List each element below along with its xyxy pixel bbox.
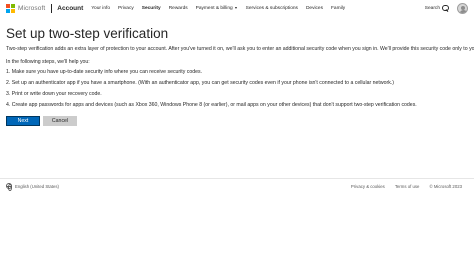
nav-label: Payment & billing: [195, 5, 233, 11]
nav-label: Your info: [91, 5, 111, 11]
locale-selector[interactable]: English (United States): [6, 183, 59, 191]
nav-label: Privacy: [118, 5, 134, 11]
header-tools: Search: [425, 0, 468, 16]
search-label[interactable]: Search: [425, 6, 440, 11]
account-avatar[interactable]: [457, 2, 468, 14]
logo-red-square: [6, 3, 10, 8]
brand-name: Microsoft: [18, 4, 46, 12]
main-content: Set up two-step verification Two-step ve…: [6, 26, 474, 126]
logo-blue-square: [6, 8, 10, 13]
nav-label: Security: [141, 5, 161, 11]
nav-devices[interactable]: Devices: [306, 6, 323, 11]
globe-icon: [6, 183, 12, 191]
cancel-button[interactable]: Cancel: [43, 116, 77, 126]
logo-yellow-square: [11, 8, 15, 13]
microsoft-logo-icon: [6, 3, 15, 13]
nav-security[interactable]: Security: [142, 6, 161, 11]
header-divider: [51, 3, 53, 13]
product-name-link[interactable]: Account: [57, 5, 83, 12]
step-item: 1. Make sure you have up-to-date securit…: [6, 69, 203, 75]
steps-list: 1. Make sure you have up-to-date securit…: [6, 69, 468, 109]
nav-services-subscriptions[interactable]: Services & subscriptions: [246, 6, 298, 11]
steps-heading: In the following steps, we'll help you:: [6, 59, 90, 65]
terms-of-use-link[interactable]: Terms of use: [395, 184, 420, 189]
nav-label: Family: [331, 5, 346, 11]
step-item: 2. Set up an authenticator app if you ha…: [6, 80, 394, 86]
page-footer: English (United States) Privacy & cookie…: [0, 178, 474, 193]
intro-text: Two-step verification adds an extra laye…: [6, 46, 474, 52]
step-item: 3. Print or write down your recovery cod…: [6, 91, 102, 97]
search-icon[interactable]: [442, 4, 449, 12]
logo-green-square: [11, 3, 15, 8]
nav-label: Rewards: [168, 5, 188, 11]
nav-label: Devices: [305, 5, 323, 11]
nav-label: Services & subscriptions: [245, 5, 298, 11]
chevron-down-icon: ▼: [234, 6, 238, 10]
next-button[interactable]: Next: [6, 116, 40, 126]
copyright-text: © Microsoft 2023: [429, 183, 462, 189]
step-item: 4. Create app passwords for apps and dev…: [6, 102, 417, 108]
nav-privacy[interactable]: Privacy: [118, 6, 134, 11]
footer-links: Privacy & cookies Terms of use © Microso…: [341, 184, 462, 189]
microsoft-brand[interactable]: Microsoft: [6, 3, 46, 13]
nav-your-info[interactable]: Your info: [91, 6, 110, 11]
action-buttons: Next Cancel: [6, 116, 468, 126]
nav-family[interactable]: Family: [331, 6, 345, 11]
page-title: Set up two-step verification: [6, 26, 169, 41]
main-nav: Your info Privacy Security Rewards Payme…: [87, 6, 349, 11]
top-navigation-bar: Microsoft Account Your info Privacy Secu…: [0, 0, 474, 16]
nav-rewards[interactable]: Rewards: [169, 6, 188, 11]
privacy-cookies-link[interactable]: Privacy & cookies: [351, 184, 385, 189]
nav-payment-billing[interactable]: Payment & billing ▼: [196, 6, 238, 11]
locale-label: English (United States): [15, 183, 59, 189]
